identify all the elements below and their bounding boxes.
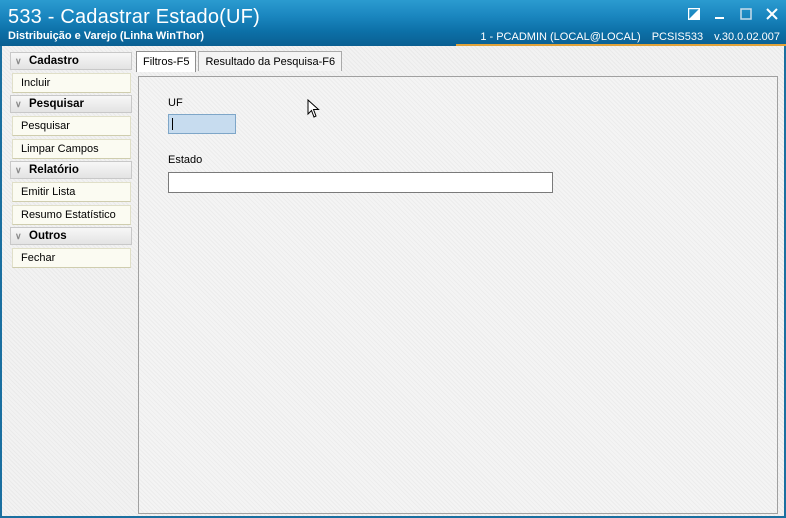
uf-input[interactable] <box>168 114 236 134</box>
chevron-down-icon: ∨ <box>15 230 22 241</box>
chevron-down-icon: ∨ <box>15 98 22 109</box>
uf-label: UF <box>168 97 183 109</box>
close-icon <box>766 8 778 20</box>
group-header-outros[interactable]: ∨ Outros <box>10 227 132 245</box>
group-title: Outros <box>29 230 67 242</box>
emitir-lista-button[interactable]: Emitir Lista <box>12 182 131 202</box>
limpar-campos-button[interactable]: Limpar Campos <box>12 139 131 159</box>
version-label: v.30.0.02.007 <box>714 31 780 43</box>
restore-button[interactable] <box>686 6 702 22</box>
tab-filtros[interactable]: Filtros-F5 <box>136 51 197 72</box>
fechar-button[interactable]: Fechar <box>12 248 131 268</box>
resumo-estatistico-button[interactable]: Resumo Estatístico <box>12 205 131 225</box>
incluir-button[interactable]: Incluir <box>12 73 131 93</box>
group-title: Pesquisar <box>29 98 84 110</box>
filters-panel: UF Estado <box>138 76 778 514</box>
group-header-cadastro[interactable]: ∨ Cadastro <box>10 52 132 70</box>
group-title: Cadastro <box>29 55 79 67</box>
estado-input[interactable] <box>168 172 553 193</box>
window-subtitle: Distribuição e Varejo (Linha WinThor) <box>8 30 205 42</box>
window-controls <box>686 6 780 22</box>
estado-label: Estado <box>168 154 203 166</box>
title-bar: 533 - Cadastrar Estado(UF) Distribuição … <box>0 0 786 46</box>
user-info: 1 - PCADMIN (LOCAL@LOCAL) <box>480 31 641 43</box>
pesquisar-button[interactable]: Pesquisar <box>12 116 131 136</box>
group-title: Relatório <box>29 164 79 176</box>
window-title: 533 - Cadastrar Estado(UF) <box>8 6 260 28</box>
tab-bar: Filtros-F5 Resultado da Pesquisa-F6 <box>136 51 344 72</box>
maximize-button[interactable] <box>738 6 754 22</box>
chevron-down-icon: ∨ <box>15 55 22 66</box>
tab-resultado-pesquisa[interactable]: Resultado da Pesquisa-F6 <box>198 51 343 71</box>
action-sidebar: ∨ Cadastro Incluir ∨ Pesquisar Pesquisar… <box>10 50 132 268</box>
group-header-pesquisar[interactable]: ∨ Pesquisar <box>10 95 132 113</box>
program-code: PCSIS533 <box>651 31 704 43</box>
mouse-pointer-icon <box>307 99 320 118</box>
minimize-icon <box>715 17 724 19</box>
close-button[interactable] <box>764 6 780 22</box>
main-area: ∨ Cadastro Incluir ∨ Pesquisar Pesquisar… <box>0 46 786 518</box>
group-header-relatorio[interactable]: ∨ Relatório <box>10 161 132 179</box>
text-caret <box>172 118 173 130</box>
chevron-down-icon: ∨ <box>15 164 22 175</box>
session-info: 1 - PCADMIN (LOCAL@LOCAL) PCSIS533 v.30.… <box>472 31 780 43</box>
minimize-button[interactable] <box>712 6 728 22</box>
restore-icon <box>688 8 700 20</box>
maximize-icon <box>740 8 752 20</box>
